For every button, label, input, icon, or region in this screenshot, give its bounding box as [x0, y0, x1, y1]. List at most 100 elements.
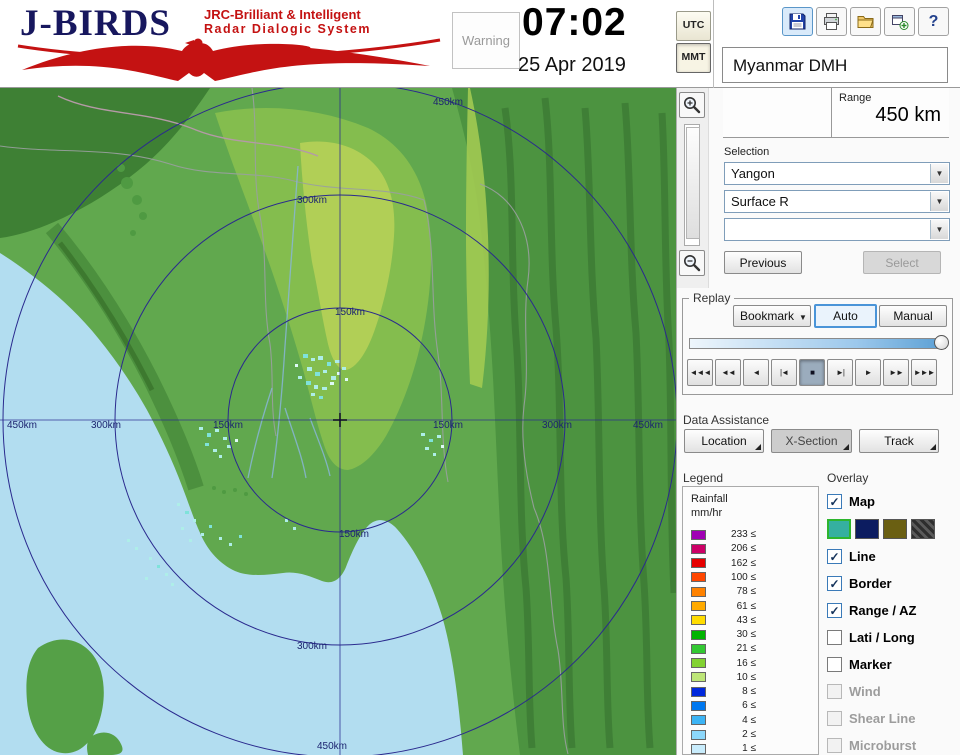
manual-button[interactable]: Manual — [879, 305, 947, 327]
checkbox-icon[interactable] — [827, 711, 842, 726]
checkbox-icon[interactable] — [827, 657, 842, 672]
mmt-button[interactable]: MMT — [676, 43, 711, 73]
overlay-item-shear-line[interactable]: Shear Line — [827, 705, 959, 732]
new-window-button[interactable] — [884, 7, 915, 36]
legend-value: 100 ≤ — [706, 572, 756, 583]
overlay-item-map[interactable]: ✓Map — [827, 488, 959, 515]
legend-color-swatch — [691, 630, 706, 640]
overlay-item-microburst[interactable]: Microburst — [827, 732, 959, 755]
play-button[interactable]: ► — [855, 359, 881, 386]
map-style-swatch[interactable] — [855, 519, 879, 539]
select-button[interactable]: Select — [863, 251, 941, 274]
site-dropdown[interactable]: Yangon ▼ — [724, 162, 950, 185]
radar-display[interactable]: 450km300km150km150km300km450km450km300km… — [0, 88, 676, 755]
rewind-fast-button[interactable]: ◄◄◄ — [687, 359, 713, 386]
track-button[interactable]: Track — [859, 429, 939, 453]
overlay-item-lati-long[interactable]: Lati / Long — [827, 624, 959, 651]
legend-color-swatch — [691, 644, 706, 654]
overlay-item-wind[interactable]: Wind — [827, 678, 959, 705]
legend-row: 2 ≤ — [691, 729, 756, 740]
corner-arrow-icon — [843, 444, 849, 450]
timeline-track[interactable] — [689, 338, 946, 349]
map-style-swatch[interactable] — [883, 519, 907, 539]
zoom-slider-handle[interactable] — [686, 127, 700, 239]
new-window-icon — [890, 12, 909, 31]
legend-color-swatch — [691, 572, 706, 582]
forward-button[interactable]: ►► — [883, 359, 909, 386]
overlay-item-label: Border — [849, 576, 892, 591]
product-dropdown-value: Surface R — [731, 194, 789, 209]
svg-text:450km: 450km — [633, 420, 663, 431]
checkbox-icon[interactable]: ✓ — [827, 576, 842, 591]
checkbox-icon[interactable]: ✓ — [827, 603, 842, 618]
step-back-button[interactable]: |◄ — [771, 359, 797, 386]
legend-value: 233 ≤ — [706, 529, 756, 540]
play-reverse-button[interactable]: ◄ — [743, 359, 769, 386]
legend-color-swatch — [691, 672, 706, 682]
replay-timeline[interactable] — [689, 336, 946, 350]
jbirds-logo: J-BIRDS JRC-Brilliant & Intelligent Rada… — [6, 0, 452, 88]
stop-button[interactable]: ■ — [799, 359, 825, 386]
site-dropdown-value: Yangon — [731, 166, 775, 181]
legend-scale: 233 ≤206 ≤162 ≤100 ≤78 ≤61 ≤43 ≤30 ≤21 ≤… — [691, 529, 756, 755]
overlay-item-border[interactable]: ✓ Border — [827, 570, 959, 597]
legend-value: 78 ≤ — [706, 586, 756, 597]
svg-text:150km: 150km — [213, 420, 243, 431]
chevron-down-icon[interactable]: ▼ — [930, 220, 948, 239]
map-style-swatch[interactable] — [911, 519, 935, 539]
legend-panel: Rainfall mm/hr 233 ≤206 ≤162 ≤100 ≤78 ≤6… — [682, 486, 819, 755]
legend-color-swatch — [691, 530, 706, 540]
overlay-item-label: Wind — [849, 684, 881, 699]
legend-value: 1 ≤ — [706, 743, 756, 754]
help-button[interactable]: ? — [918, 7, 949, 36]
zoom-strip — [677, 88, 709, 288]
warning-label: Warning — [462, 33, 510, 48]
checkbox-icon[interactable] — [827, 684, 842, 699]
legend-color-swatch — [691, 744, 706, 754]
xsection-button[interactable]: X-Section — [771, 429, 852, 453]
forward-fast-button[interactable]: ►►► — [911, 359, 937, 386]
legend-value: 162 ≤ — [706, 558, 756, 569]
legend-color-swatch — [691, 730, 706, 740]
checkbox-icon[interactable]: ✓ — [827, 549, 842, 564]
overlay-item-line[interactable]: ✓Line — [827, 543, 959, 570]
overlay-item-range-az[interactable]: ✓Range / AZ — [827, 597, 959, 624]
legend-title: Rainfall — [691, 493, 728, 505]
control-panel: Range 450 km Selection Yangon ▼ Surface … — [676, 88, 960, 755]
chevron-down-icon[interactable]: ▼ — [930, 164, 948, 183]
save-button[interactable] — [782, 7, 813, 36]
svg-text:450km: 450km — [317, 741, 347, 752]
legend-value: 21 ≤ — [706, 643, 756, 654]
zoom-slider[interactable] — [684, 124, 700, 246]
legend-row: 78 ≤ — [691, 586, 756, 597]
bookmark-button[interactable]: Bookmark▼ — [733, 305, 811, 327]
checkbox-icon[interactable]: ✓ — [827, 494, 842, 509]
previous-button[interactable]: Previous — [724, 251, 802, 274]
zoom-in-button[interactable] — [679, 92, 705, 118]
option-dropdown[interactable]: ▼ — [724, 218, 950, 241]
auto-button[interactable]: Auto — [814, 304, 877, 328]
product-dropdown[interactable]: Surface R ▼ — [724, 190, 950, 213]
print-button[interactable] — [816, 7, 847, 36]
radar-map[interactable]: 450km300km150km150km300km450km450km300km… — [0, 88, 676, 755]
data-assistance-label: Data Assistance — [683, 413, 769, 427]
step-forward-button[interactable]: ►| — [827, 359, 853, 386]
overlay-item-marker[interactable]: Marker — [827, 651, 959, 678]
checkbox-icon[interactable] — [827, 630, 842, 645]
open-file-button[interactable] — [850, 7, 881, 36]
replay-group: Replay Bookmark▼ Auto Manual ◄◄◄◄◄◄|◄■►|… — [682, 298, 953, 395]
zoom-out-button[interactable] — [679, 250, 705, 276]
legend-row: 206 ≤ — [691, 543, 756, 554]
rewind-button[interactable]: ◄◄ — [715, 359, 741, 386]
legend-value: 4 ≤ — [706, 715, 756, 726]
utc-button[interactable]: UTC — [676, 11, 711, 41]
map-style-swatch[interactable] — [827, 519, 851, 539]
timeline-handle[interactable] — [934, 335, 949, 350]
location-button[interactable]: Location — [684, 429, 764, 453]
svg-text:300km: 300km — [297, 641, 327, 652]
range-divider — [831, 88, 832, 137]
checkbox-icon[interactable] — [827, 738, 842, 753]
legend-value: 10 ≤ — [706, 672, 756, 683]
chevron-down-icon[interactable]: ▼ — [930, 192, 948, 211]
warning-indicator: Warning — [452, 12, 520, 69]
